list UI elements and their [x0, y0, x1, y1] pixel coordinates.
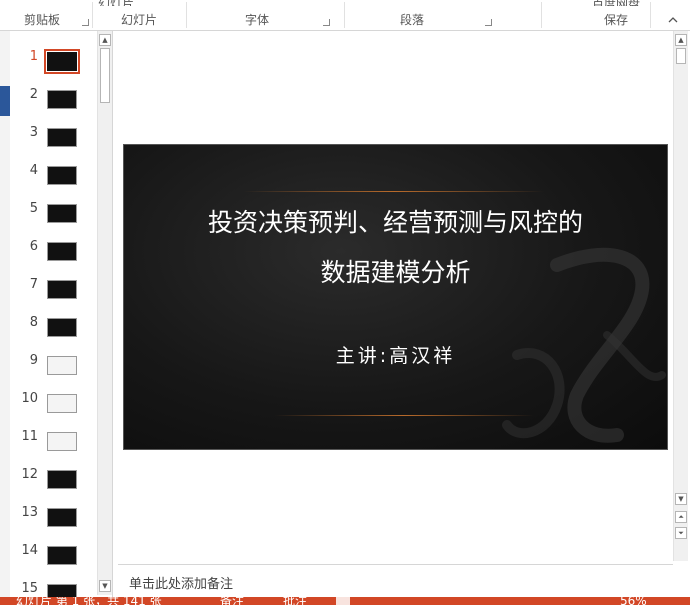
- thumbnail-item[interactable]: 5: [10, 191, 100, 229]
- thumbnail-image[interactable]: [47, 470, 77, 489]
- window-left-edge: [0, 31, 10, 597]
- ribbon-divider: [541, 2, 542, 28]
- slide-title-line1[interactable]: 投资决策预判、经营预测与风控的: [124, 203, 667, 239]
- notes-toggle-button[interactable]: 备注: [220, 597, 244, 605]
- scroll-down-icon[interactable]: ▼: [99, 580, 111, 592]
- next-slide-icon[interactable]: ⏷: [675, 527, 687, 539]
- paragraph-group: 段落: [345, 0, 495, 30]
- save-group: 保存: [580, 0, 650, 30]
- thumbnail-number: 5: [29, 201, 38, 216]
- thumbnail-item[interactable]: 1: [10, 39, 100, 77]
- thumbnail-item[interactable]: 3: [10, 115, 100, 153]
- thumbnail-item[interactable]: 15: [10, 571, 100, 597]
- thumbnail-item[interactable]: 2: [10, 77, 100, 115]
- thumbnail-number: 2: [29, 87, 38, 102]
- thumbnail-number: 14: [21, 543, 38, 558]
- thumbnail-image[interactable]: [47, 584, 77, 597]
- thumbnail-number: 3: [29, 125, 38, 140]
- previous-slide-icon[interactable]: ⏶: [675, 511, 687, 523]
- thumbnail-item[interactable]: 6: [10, 229, 100, 267]
- scroll-up-icon[interactable]: ▲: [99, 34, 111, 46]
- slide-scrollbar[interactable]: ▲ ▼ ⏶ ⏷: [673, 31, 688, 561]
- thumbnail-image[interactable]: [47, 204, 77, 223]
- thumbnail-image[interactable]: [47, 128, 77, 147]
- font-group: 字体: [187, 0, 342, 30]
- thumbnail-number: 9: [29, 353, 38, 368]
- decorative-line: [244, 191, 544, 192]
- ribbon-divider: [650, 2, 651, 28]
- slides-group: 幻灯片: [93, 0, 185, 30]
- clipboard-group: 剪贴板: [0, 0, 92, 30]
- slides-group-label: 幻灯片: [121, 13, 158, 27]
- thumbnail-image[interactable]: [47, 394, 77, 413]
- thumbnail-scrollbar[interactable]: ▲ ▼: [97, 31, 112, 595]
- collapse-ribbon-icon[interactable]: [668, 16, 678, 24]
- paragraph-launcher-icon[interactable]: [485, 19, 492, 26]
- scroll-down-icon[interactable]: ▼: [675, 493, 687, 505]
- current-slide[interactable]: 投资决策预判、经营预测与风控的 数据建模分析 主讲:高汉祥: [123, 144, 668, 450]
- thumbnail-item[interactable]: 13: [10, 495, 100, 533]
- status-bar: 幻灯片 第 1 张，共 141 张 备注 批注 56%: [0, 597, 690, 605]
- thumbnail-item[interactable]: 10: [10, 381, 100, 419]
- scrollbar-thumb[interactable]: [676, 48, 686, 64]
- paragraph-group-label: 段落: [400, 13, 425, 27]
- ribbon: 幻灯片 百度网盘 剪贴板 幻灯片 字体 段落 保存: [0, 0, 690, 31]
- outline-view-strip: [0, 86, 10, 116]
- thumbnail-number: 10: [21, 391, 38, 406]
- thumbnail-number: 6: [29, 239, 38, 254]
- thumbnail-image[interactable]: [47, 166, 77, 185]
- thumbnail-image[interactable]: [47, 546, 77, 565]
- thumbnail-image[interactable]: [47, 318, 77, 337]
- zoom-level[interactable]: 56%: [620, 597, 647, 605]
- thumbnail-number: 1: [29, 49, 38, 64]
- thumbnail-number: 7: [29, 277, 38, 292]
- thumbnail-number: 8: [29, 315, 38, 330]
- thumbnail-image[interactable]: [47, 90, 77, 109]
- thumbnail-image[interactable]: [44, 49, 80, 74]
- calligraphy-watermark: [502, 247, 666, 443]
- thumbnail-item[interactable]: 7: [10, 267, 100, 305]
- clipboard-launcher-icon[interactable]: [82, 19, 89, 26]
- font-group-label: 字体: [245, 13, 270, 27]
- scrollbar-thumb[interactable]: [100, 48, 110, 103]
- thumbnail-number: 11: [21, 429, 38, 444]
- notes-pane[interactable]: 单击此处添加备注: [118, 564, 673, 598]
- thumbnail-item[interactable]: 4: [10, 153, 100, 191]
- scroll-up-icon[interactable]: ▲: [675, 34, 687, 46]
- thumbnail-image[interactable]: [47, 432, 77, 451]
- thumbnail-item[interactable]: 11: [10, 419, 100, 457]
- thumbnail-number: 4: [29, 163, 38, 178]
- thumbnail-number: 15: [21, 581, 38, 596]
- comments-toggle-button[interactable]: 批注: [283, 597, 307, 605]
- slide-counter: 幻灯片 第 1 张，共 141 张: [16, 597, 162, 605]
- save-group-label: 保存: [604, 13, 629, 27]
- thumbnail-item[interactable]: 8: [10, 305, 100, 343]
- font-launcher-icon[interactable]: [323, 19, 330, 26]
- thumbnail-image[interactable]: [47, 242, 77, 261]
- thumbnail-image[interactable]: [47, 280, 77, 299]
- thumbnail-image[interactable]: [47, 508, 77, 527]
- thumbnail-image[interactable]: [47, 356, 77, 375]
- thumbnail-item[interactable]: 14: [10, 533, 100, 571]
- notes-placeholder[interactable]: 单击此处添加备注: [129, 573, 233, 592]
- decorative-line: [274, 415, 534, 416]
- thumbnail-number: 12: [21, 467, 38, 482]
- thumbnail-number: 13: [21, 505, 38, 520]
- normal-view-icon[interactable]: [336, 597, 350, 605]
- clipboard-group-label: 剪贴板: [24, 13, 61, 27]
- thumbnail-item[interactable]: 12: [10, 457, 100, 495]
- thumbnail-item[interactable]: 9: [10, 343, 100, 381]
